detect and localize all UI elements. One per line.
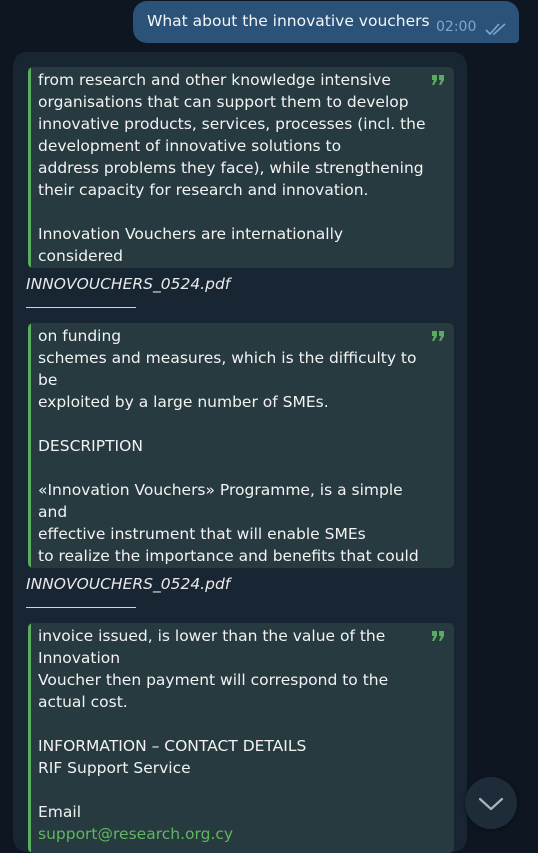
scroll-down-button[interactable] (465, 777, 517, 829)
quote-icon (431, 71, 445, 90)
quote-icon (431, 327, 445, 346)
quote-text: invoice issued, is lower than the value … (38, 627, 389, 821)
chevron-down-icon (478, 797, 504, 811)
quote-block: invoice issued, is lower than the value … (28, 623, 454, 853)
file-caption[interactable]: INNOVOUCHERS_0524.pdf (26, 275, 230, 293)
email-link[interactable]: support@research.org.cy (38, 823, 428, 845)
file-caption[interactable]: INNOVOUCHERS_0524.pdf (26, 575, 230, 593)
double-check-icon (485, 21, 509, 40)
message-time: 02:00 (436, 19, 477, 35)
outgoing-message[interactable]: What about the innovative vouchers 02:00 (133, 1, 519, 43)
quote-icon (431, 627, 445, 646)
quote-block: on funding schemes and measures, which i… (28, 323, 454, 568)
divider (26, 607, 136, 608)
divider (26, 307, 136, 308)
quote-text: from research and other knowledge intens… (38, 71, 426, 265)
quote-block: from research and other knowledge intens… (28, 67, 454, 268)
outgoing-message-text: What about the innovative vouchers (147, 12, 430, 30)
quote-text: on funding schemes and measures, which i… (38, 327, 419, 565)
